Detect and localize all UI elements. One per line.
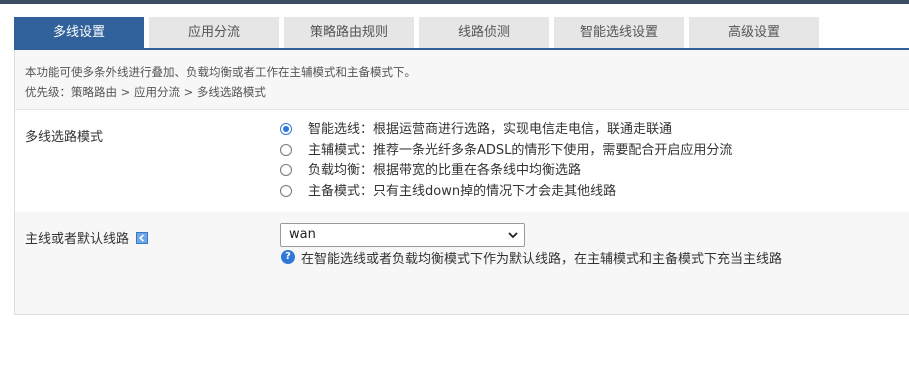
tab-smart-line-settings[interactable]: 智能选线设置 xyxy=(554,17,684,49)
default-line-row: 主线或者默认线路 wan ? 在智能选线或者负载均衡模式下作为默认线路，在主辅模… xyxy=(15,212,909,314)
default-line-select[interactable]: wan xyxy=(280,223,525,247)
radio-button[interactable] xyxy=(280,185,292,197)
top-bar xyxy=(0,0,909,4)
radio-button[interactable] xyxy=(280,144,292,156)
back-arrow-icon[interactable] xyxy=(136,232,149,244)
radio-label: 主备模式：只有主线down掉的情况下才会走其他线路 xyxy=(308,184,617,199)
info-priority: 优先级：策略路由 > 应用分流 > 多线选路模式 xyxy=(25,85,266,99)
help-icon: ? xyxy=(281,250,295,264)
default-line-label-wrap: 主线或者默认线路 xyxy=(25,228,149,247)
settings-panel: 本功能可使多条外线进行叠加、负载均衡或者工作在主辅模式和主备模式下。 优先级：策… xyxy=(14,50,909,315)
default-line-label: 主线或者默认线路 xyxy=(25,232,130,247)
radio-button[interactable] xyxy=(280,123,292,135)
info-description: 本功能可使多条外线进行叠加、负载均衡或者工作在主辅模式和主备模式下。 xyxy=(25,65,416,79)
tab-advanced-settings[interactable]: 高级设置 xyxy=(689,17,819,49)
radio-label: 智能选线：根据运营商进行选路，实现电信走电信，联通走联通 xyxy=(308,122,673,137)
radio-button[interactable] xyxy=(280,164,292,176)
select-value: wan xyxy=(289,227,316,242)
mode-label: 多线选路模式 xyxy=(25,130,104,145)
tab-policy-routing-rules[interactable]: 策略路由规则 xyxy=(284,17,414,49)
tab-app-routing[interactable]: 应用分流 xyxy=(149,17,279,49)
radio-label: 主辅模式：推荐一条光纤多条ADSL的情形下使用，需要配合开启应用分流 xyxy=(308,143,733,158)
tab-multiline-settings[interactable]: 多线设置 xyxy=(14,17,144,49)
mode-row: 多线选路模式 智能选线：根据运营商进行选路，实现电信走电信，联通走联通 主辅模式… xyxy=(15,110,909,212)
chevron-down-icon xyxy=(508,232,518,239)
default-line-help: 在智能选线或者负载均衡模式下作为默认线路，在主辅模式和主备模式下充当主线路 xyxy=(301,252,783,267)
radio-label: 负载均衡：根据带宽的比重在各条线中均衡选路 xyxy=(308,163,582,178)
tab-line-detection[interactable]: 线路侦测 xyxy=(419,17,549,49)
info-box: 本功能可使多条外线进行叠加、负载均衡或者工作在主辅模式和主备模式下。 优先级：策… xyxy=(15,50,909,110)
